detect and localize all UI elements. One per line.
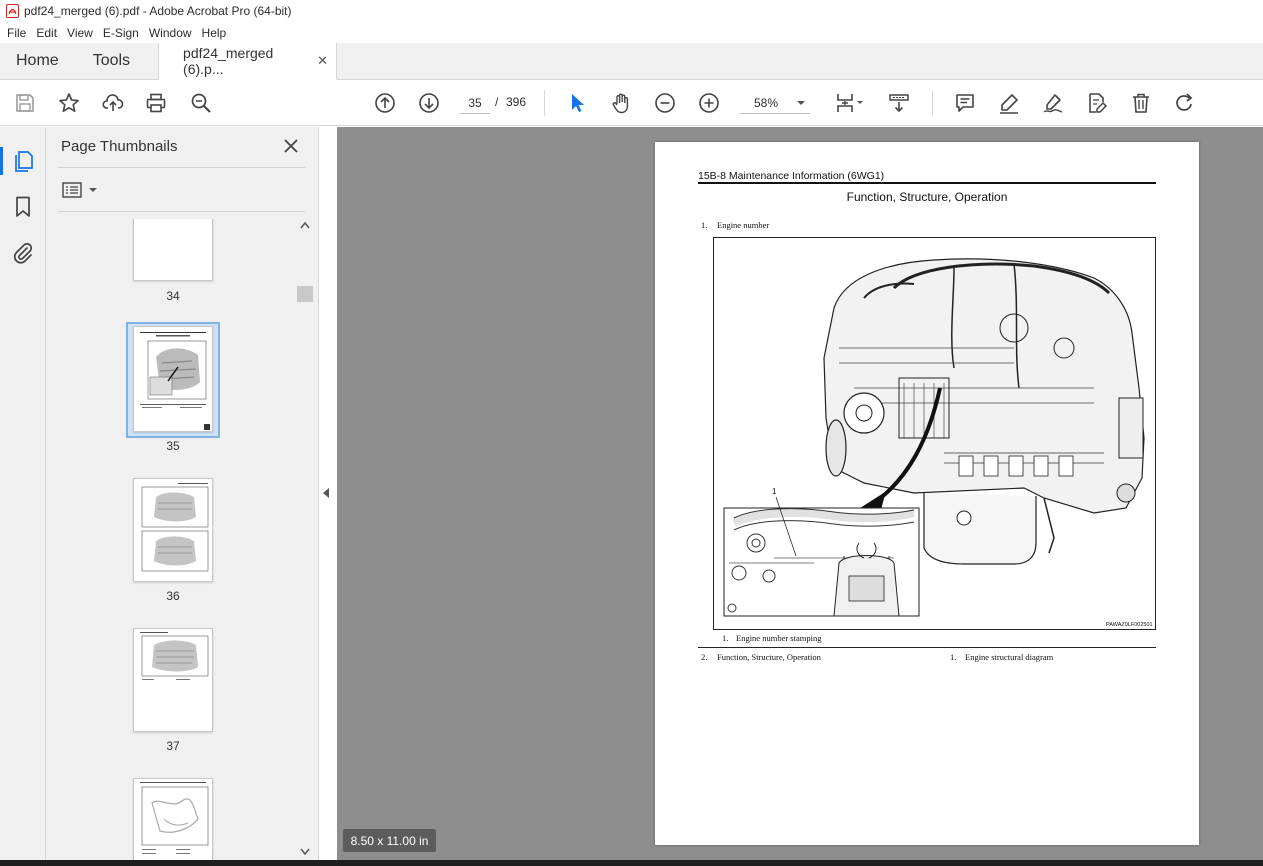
left-rail bbox=[0, 127, 46, 860]
menu-help[interactable]: Help bbox=[197, 26, 232, 40]
select-pointer-icon[interactable] bbox=[565, 91, 589, 115]
menu-window[interactable]: Window bbox=[144, 26, 197, 40]
menu-esign[interactable]: E-Sign bbox=[98, 26, 144, 40]
toolbar-divider bbox=[932, 90, 933, 116]
thumbnail-label: 37 bbox=[166, 739, 180, 753]
prev-page-icon[interactable] bbox=[373, 91, 397, 115]
callout-number: 1 bbox=[772, 487, 777, 496]
document-view[interactable]: 15B-8 Maintenance Information (6WG1) Fun… bbox=[337, 127, 1263, 860]
panel-title: Page Thumbnails bbox=[61, 138, 178, 155]
sign-icon[interactable] bbox=[1041, 91, 1065, 115]
thumbnail-label: 34 bbox=[166, 289, 180, 303]
zoom-value: 58% bbox=[754, 95, 779, 110]
chevron-down-icon bbox=[797, 100, 805, 105]
pdf-page: 15B-8 Maintenance Information (6WG1) Fun… bbox=[655, 142, 1199, 845]
item-number: 1. bbox=[950, 652, 957, 662]
thumbnail-options-button[interactable] bbox=[62, 181, 98, 199]
taskbar-strip bbox=[0, 860, 1263, 866]
print-icon[interactable] bbox=[144, 91, 168, 115]
toolbar-divider bbox=[544, 90, 545, 116]
thumbnail-label: 36 bbox=[166, 589, 180, 603]
tab-home[interactable]: Home bbox=[0, 43, 75, 79]
page-header: 15B-8 Maintenance Information (6WG1) bbox=[698, 170, 885, 182]
toolbar: / 396 58% bbox=[0, 80, 1263, 126]
zoom-search-icon[interactable] bbox=[189, 91, 213, 115]
tabs-row: Home Tools pdf24_merged (6).p... ✕ bbox=[0, 43, 1263, 80]
item-text: Engine structural diagram bbox=[965, 652, 1054, 662]
thumbnails-panel: Page Thumbnails 34 35 36 37 bbox=[46, 127, 319, 860]
menu-view[interactable]: View bbox=[62, 26, 98, 40]
engine-figure: 1 PAWAZ0LF002501 bbox=[713, 237, 1156, 630]
panel-divider bbox=[58, 211, 305, 212]
upload-icon[interactable] bbox=[101, 91, 125, 115]
tab-tools[interactable]: Tools bbox=[75, 43, 146, 79]
thumbnail-preview bbox=[140, 632, 209, 680]
close-icon[interactable] bbox=[282, 137, 300, 155]
active-indicator bbox=[0, 147, 3, 175]
thumbnail-page-37[interactable] bbox=[133, 628, 213, 732]
menu-edit[interactable]: Edit bbox=[31, 26, 62, 40]
thumbnail-preview bbox=[140, 332, 210, 430]
scrollbar-thumb[interactable] bbox=[297, 286, 313, 302]
scroll-mode-icon[interactable] bbox=[887, 91, 911, 115]
list-options-icon bbox=[62, 182, 82, 198]
item-text: Function, Structure, Operation bbox=[717, 652, 821, 662]
zoom-select[interactable]: 58% bbox=[740, 92, 810, 114]
attachments-icon[interactable] bbox=[11, 241, 35, 265]
scroll-down-icon[interactable] bbox=[300, 848, 310, 856]
zoom-in-icon[interactable] bbox=[697, 91, 721, 115]
page-separator: / bbox=[495, 95, 499, 109]
hand-icon[interactable] bbox=[609, 91, 633, 115]
chevron-down-icon bbox=[89, 188, 97, 192]
save-icon[interactable] bbox=[13, 91, 37, 115]
comment-icon[interactable] bbox=[953, 91, 977, 115]
menu-bar: File Edit View E-Sign Window Help bbox=[0, 22, 1263, 43]
item-number: 2. bbox=[701, 652, 708, 662]
section-title: Function, Structure, Operation bbox=[846, 190, 1008, 204]
thumbnail-preview bbox=[140, 782, 209, 854]
scroll-up-icon[interactable] bbox=[300, 221, 310, 229]
figure-code: PAWAZ0LF002501 bbox=[1106, 622, 1153, 628]
tab-document-label: pdf24_merged (6).p... bbox=[183, 45, 274, 77]
title-bar: pdf24_merged (6).pdf - Adobe Acrobat Pro… bbox=[0, 0, 1263, 22]
thumbnail-page-38[interactable] bbox=[133, 778, 213, 860]
caption-number: 1. bbox=[722, 633, 729, 643]
bookmarks-icon[interactable] bbox=[11, 195, 35, 219]
zoom-out-icon[interactable] bbox=[653, 91, 677, 115]
thumbnail-page-35[interactable] bbox=[133, 326, 213, 432]
thumbnail-scrollbar[interactable] bbox=[297, 219, 313, 860]
caption-text: Engine number stamping bbox=[736, 633, 822, 643]
page-number-input[interactable] bbox=[460, 92, 490, 114]
window-title: pdf24_merged (6).pdf - Adobe Acrobat Pro… bbox=[24, 4, 292, 18]
menu-file[interactable]: File bbox=[2, 26, 31, 40]
pdf-app-icon bbox=[6, 4, 19, 18]
page-thumbnails-icon[interactable] bbox=[11, 149, 35, 173]
engine-illustration: 1 PAWAZ0LF002501 bbox=[723, 258, 1153, 628]
tab-close-icon[interactable]: ✕ bbox=[317, 53, 328, 69]
bookmark-star-icon[interactable] bbox=[57, 91, 81, 115]
rotate-icon[interactable] bbox=[1173, 91, 1197, 115]
total-pages: 396 bbox=[506, 95, 527, 109]
thumbnail-preview bbox=[141, 483, 209, 572]
thumbnail-label: 35 bbox=[166, 439, 180, 453]
thumbnail-page-34[interactable] bbox=[133, 219, 213, 281]
header-rule bbox=[698, 182, 1156, 184]
tab-document[interactable]: pdf24_merged (6).p... ✕ bbox=[158, 43, 338, 80]
panel-divider bbox=[58, 167, 305, 168]
next-page-icon[interactable] bbox=[417, 91, 441, 115]
page-fit-icon[interactable] bbox=[831, 91, 867, 115]
section-rule bbox=[698, 647, 1156, 648]
delete-icon[interactable] bbox=[1129, 91, 1153, 115]
item-text: Engine number bbox=[717, 220, 770, 230]
thumbnail-list: 34 35 36 37 bbox=[46, 219, 297, 860]
page-size-indicator: 8.50 x 11.00 in bbox=[343, 829, 436, 852]
thumbnail-page-36[interactable] bbox=[133, 478, 213, 582]
highlight-icon[interactable] bbox=[997, 91, 1021, 115]
fill-sign-icon[interactable] bbox=[1085, 91, 1109, 115]
item-number: 1. bbox=[701, 220, 708, 230]
collapse-panel-icon[interactable] bbox=[322, 487, 330, 499]
